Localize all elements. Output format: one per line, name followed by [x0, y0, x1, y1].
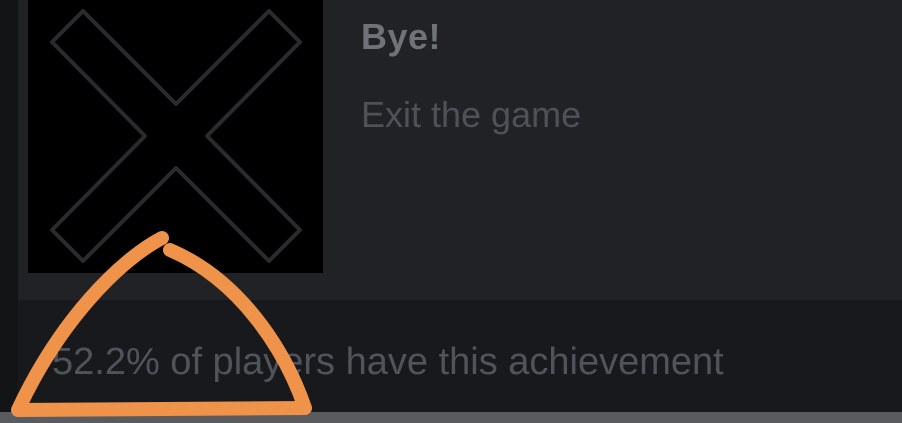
left-gutter	[0, 0, 20, 412]
achievement-description: Exit the game	[361, 94, 582, 135]
achievement-page: Bye! Exit the game 52.2% of players have…	[0, 0, 902, 423]
bottom-divider	[0, 412, 902, 423]
achievement-icon	[28, 0, 323, 273]
unlock-percentage-text: 52.2% of players have this achievement	[52, 341, 724, 383]
achievement-title: Bye!	[361, 16, 442, 57]
x-cross-icon	[50, 9, 302, 263]
